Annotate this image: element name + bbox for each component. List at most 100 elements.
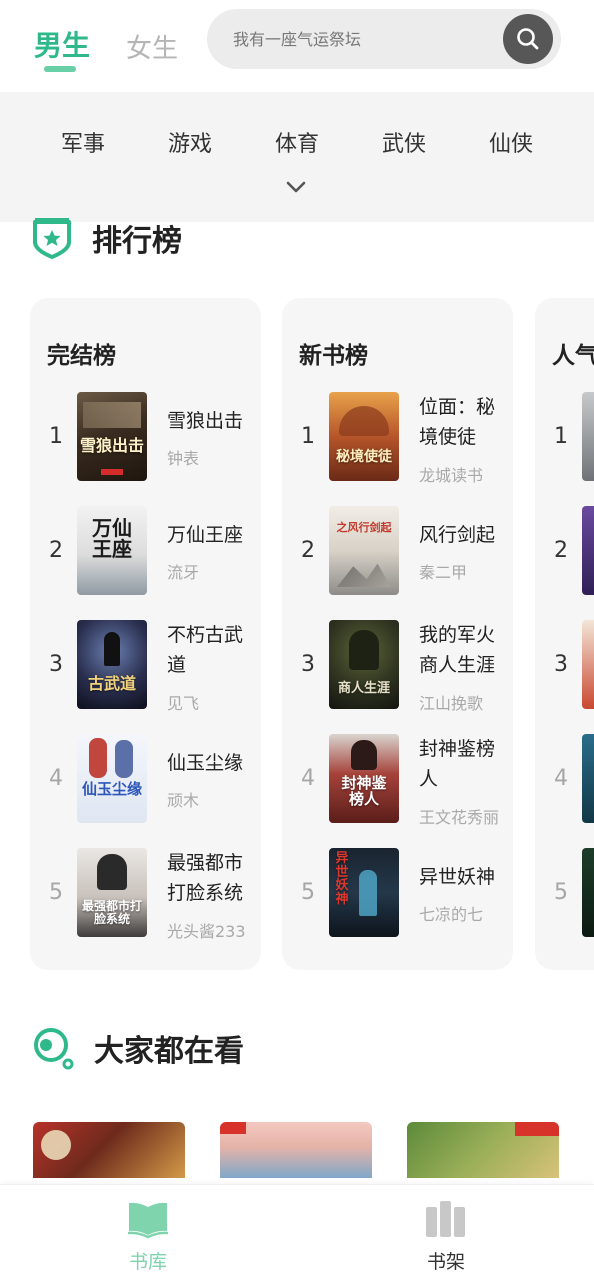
search-bar[interactable] xyxy=(207,9,561,69)
ranking-board-popular[interactable]: 人气 1 2 3 4 5 xyxy=(535,298,594,970)
tab-male[interactable]: 男生 xyxy=(34,24,90,64)
book-cover[interactable] xyxy=(220,1122,372,1178)
cover-text: 雪狼出击 xyxy=(79,436,144,455)
book-title[interactable]: 仙玉尘缘 xyxy=(167,748,259,778)
rank-number: 5 xyxy=(49,880,63,905)
ranking-section-header: 排行榜 xyxy=(32,216,182,260)
rank-number: 4 xyxy=(301,766,315,791)
cover-text: 商人生涯 xyxy=(337,681,390,696)
category-military[interactable]: 军事 xyxy=(43,126,123,158)
bottom-navigation: 书库 书架 xyxy=(0,1184,594,1280)
book-cover[interactable]: 古武道 xyxy=(77,620,147,709)
book-author: 顽木 xyxy=(167,791,200,810)
ranking-row[interactable]: 4 封神鉴榜人 封神鉴榜人 王文花秀丽 xyxy=(282,734,513,827)
rank-number: 3 xyxy=(301,652,315,677)
ranking-row[interactable]: 5 最强都市打脸系统 最强都市打脸系统 光头酱233 xyxy=(30,848,261,941)
rank-number: 3 xyxy=(49,652,63,677)
book-author: 流牙 xyxy=(167,563,200,582)
book-cover[interactable] xyxy=(582,734,594,823)
watching-section-header: 大家都在看 xyxy=(32,1026,244,1070)
book-cover[interactable]: 封神鉴榜人 xyxy=(329,734,399,823)
cover-text: 异世妖神 xyxy=(335,851,349,907)
book-title[interactable]: 位面：秘境使徒 xyxy=(419,392,511,452)
category-xianxia[interactable]: 仙侠 xyxy=(471,126,551,158)
book-cover[interactable]: 仙玉尘缘 xyxy=(77,734,147,823)
chevron-down-icon xyxy=(286,181,306,193)
book-cover[interactable]: 异世妖神 xyxy=(329,848,399,937)
book-cover[interactable] xyxy=(582,620,594,709)
category-sports[interactable]: 体育 xyxy=(257,126,337,158)
rank-number: 4 xyxy=(49,766,63,791)
search-input[interactable] xyxy=(233,9,493,69)
book-author: 王文花秀丽 xyxy=(419,808,500,827)
book-author: 钟表 xyxy=(167,449,200,468)
book-title[interactable]: 不朽古武道 xyxy=(167,620,259,680)
ranking-row[interactable]: 3 xyxy=(535,620,594,712)
ranking-title: 排行榜 xyxy=(92,224,182,259)
book-cover[interactable]: 秘境使徒 xyxy=(329,392,399,481)
book-cover[interactable]: 雪狼出击 xyxy=(77,392,147,481)
book-title[interactable]: 风行剑起 xyxy=(419,520,511,550)
cover-text: 万仙王座 xyxy=(92,516,132,561)
book-cover[interactable]: 万仙王座 xyxy=(77,506,147,595)
book-author: 七凉的七 xyxy=(419,905,484,924)
rank-number: 3 xyxy=(554,652,568,677)
book-cover[interactable] xyxy=(33,1122,185,1178)
book-cover[interactable] xyxy=(582,392,594,481)
nav-bookstore[interactable]: 书库 xyxy=(88,1199,208,1274)
board-title: 人气 xyxy=(552,343,594,369)
rank-number: 4 xyxy=(554,766,568,791)
book-cover[interactable]: 之风行剑起 xyxy=(329,506,399,595)
search-button[interactable] xyxy=(503,14,553,64)
rank-number: 1 xyxy=(49,424,63,449)
book-cover[interactable]: 商人生涯 xyxy=(329,620,399,709)
book-cover[interactable] xyxy=(407,1122,559,1178)
book-title[interactable]: 万仙王座 xyxy=(167,520,259,550)
book-author: 龙城读书 xyxy=(419,466,484,485)
book-title[interactable]: 最强都市打脸系统 xyxy=(167,848,259,908)
book-title[interactable]: 封神鉴榜人 xyxy=(419,734,511,794)
book-title[interactable]: 我的军火商人生涯 xyxy=(419,620,511,680)
ranking-row[interactable]: 4 xyxy=(535,734,594,826)
ranking-row[interactable]: 3 商人生涯 我的军火商人生涯 江山挽歌 xyxy=(282,620,513,713)
ranking-row[interactable]: 4 仙玉尘缘 仙玉尘缘 顽木 xyxy=(30,734,261,826)
nav-bookshelf[interactable]: 书架 xyxy=(386,1199,506,1274)
rank-number: 2 xyxy=(554,538,568,563)
search-icon xyxy=(517,28,539,50)
ranking-row[interactable]: 2 之风行剑起 风行剑起 秦二甲 xyxy=(282,506,513,598)
book-cover[interactable]: 最强都市打脸系统 xyxy=(77,848,147,937)
watching-title: 大家都在看 xyxy=(94,1034,244,1069)
category-wuxia[interactable]: 武侠 xyxy=(364,126,444,158)
rank-number: 5 xyxy=(301,880,315,905)
cover-text: 之风行剑起 xyxy=(336,521,392,534)
cover-text: 封神鉴榜人 xyxy=(341,774,387,808)
ranking-row[interactable]: 3 古武道 不朽古武道 见飞 xyxy=(30,620,261,713)
book-title[interactable]: 雪狼出击 xyxy=(167,406,259,436)
ranking-row[interactable]: 2 万仙王座 万仙王座 流牙 xyxy=(30,506,261,598)
ranking-row[interactable]: 5 xyxy=(535,848,594,940)
bookstore-page: 男生 女生 军事 游戏 体育 武侠 仙侠 xyxy=(0,0,594,1280)
cover-text: 仙玉尘缘 xyxy=(81,780,142,798)
ranking-board-completed[interactable]: 完结榜 1 雪狼出击 雪狼出击 钟表 2 万仙王座 万仙王座 流牙 3 古武道 xyxy=(30,298,261,970)
active-tab-indicator xyxy=(44,66,76,72)
nav-bookstore-label: 书库 xyxy=(128,1251,167,1273)
expand-categories-button[interactable] xyxy=(281,180,311,200)
rank-number: 2 xyxy=(301,538,315,563)
ranking-row[interactable]: 1 xyxy=(535,392,594,484)
rank-number: 1 xyxy=(301,424,315,449)
board-title: 完结榜 xyxy=(47,343,116,369)
rank-number: 5 xyxy=(554,880,568,905)
book-cover[interactable] xyxy=(582,506,594,595)
cover-text: 秘境使徒 xyxy=(336,449,392,465)
category-games[interactable]: 游戏 xyxy=(150,126,230,158)
ranking-row[interactable]: 1 雪狼出击 雪狼出击 钟表 xyxy=(30,392,261,484)
ranking-row[interactable]: 1 秘境使徒 位面：秘境使徒 龙城读书 xyxy=(282,392,513,485)
book-title[interactable]: 异世妖神 xyxy=(419,862,511,892)
book-cover[interactable] xyxy=(582,848,594,937)
ranking-row[interactable]: 5 异世妖神 异世妖神 七凉的七 xyxy=(282,848,513,940)
tab-female[interactable]: 女生 xyxy=(126,28,178,65)
shield-star-icon xyxy=(33,218,71,259)
ranking-board-new[interactable]: 新书榜 1 秘境使徒 位面：秘境使徒 龙城读书 2 之风行剑起 风行剑起 秦二甲… xyxy=(282,298,513,970)
ranking-row[interactable]: 2 xyxy=(535,506,594,598)
board-title: 新书榜 xyxy=(299,343,368,369)
